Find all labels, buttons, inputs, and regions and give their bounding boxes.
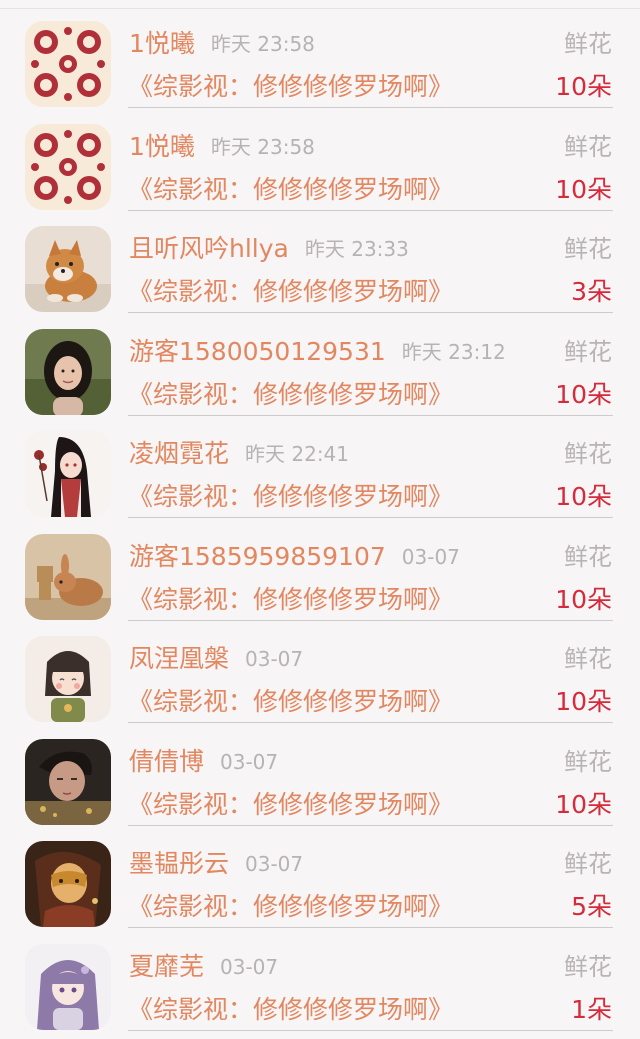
gift-time: 03-07 — [245, 647, 304, 671]
gift-time: 03-07 — [220, 954, 279, 979]
gift-type: 鲜花 — [564, 440, 612, 468]
gift-amount: 3朵 — [571, 277, 612, 306]
user-name-text[interactable]: 夏靡芜 — [129, 952, 204, 981]
man-portrait-icon[interactable] — [25, 738, 111, 825]
user-name-text[interactable]: 凤涅凰槃 — [129, 644, 229, 673]
divider — [128, 209, 613, 211]
divider — [128, 1029, 613, 1031]
user-name[interactable]: 1悦曦 昨天 23:58 — [129, 130, 315, 164]
gift-type: 鲜花 — [564, 747, 612, 776]
gift-time: 昨天 23:12 — [401, 339, 506, 364]
divider — [128, 927, 613, 928]
shiba-dog-icon[interactable] — [25, 226, 111, 312]
user-name[interactable]: 墨韫彤云 03-07 — [129, 847, 303, 881]
book-title[interactable]: 《综影视：修修修修罗场啊》 — [128, 890, 453, 924]
user-name-text[interactable]: 1悦曦 — [129, 132, 195, 161]
list-item[interactable]: 夏靡芜 03-07 鲜花 《综影视：修修修修罗场啊》 1朵 — [0, 932, 640, 1035]
gift-amount: 10朵 — [555, 584, 612, 614]
gift-amount: 10朵 — [555, 379, 612, 409]
book-title[interactable]: 《综影视：修修修修罗场啊》 — [128, 378, 453, 412]
book-title[interactable]: 《综影视：修修修修罗场啊》 — [128, 70, 453, 104]
list-item[interactable]: 凤涅凰槃 03-07 鲜花 《综影视：修修修修罗场啊》 10朵 — [0, 624, 640, 727]
paper-cut-pattern-icon[interactable] — [25, 123, 111, 210]
user-name[interactable]: 游客1585959859107 03-07 — [129, 540, 460, 574]
gift-amount: 10朵 — [555, 482, 612, 511]
gift-time: 03-07 — [245, 852, 304, 876]
gift-time: 昨天 23:58 — [210, 32, 315, 56]
list-item[interactable]: 游客1585959859107 03-07 鲜花 《综影视：修修修修罗场啊》 10… — [0, 522, 640, 625]
divider — [128, 517, 613, 518]
divider — [128, 312, 613, 313]
list-item[interactable]: 1悦曦 昨天 23:58 鲜花 《综影视：修修修修罗场啊》 10朵 — [0, 112, 640, 215]
user-name[interactable]: 1悦曦 昨天 23:58 — [129, 27, 315, 61]
user-name-text[interactable]: 游客1580050129531 — [129, 337, 386, 366]
book-title[interactable]: 《综影视：修修修修罗场啊》 — [128, 993, 453, 1027]
book-title[interactable]: 《综影视：修修修修罗场啊》 — [128, 788, 453, 822]
list-item[interactable]: 倩倩博 03-07 鲜花 《综影视：修修修修罗场啊》 10朵 — [0, 727, 640, 830]
cartoon-girl-icon[interactable] — [25, 636, 111, 722]
gift-type: 鲜花 — [564, 542, 612, 571]
gift-time: 03-07 — [401, 544, 460, 569]
gift-amount: 10朵 — [555, 72, 612, 101]
divider — [128, 414, 613, 416]
mask-character-icon[interactable] — [25, 841, 111, 927]
woman-photo-icon[interactable] — [25, 328, 111, 415]
user-name-text[interactable]: 凌烟霓花 — [129, 439, 229, 468]
book-title[interactable]: 《综影视：修修修修罗场啊》 — [128, 685, 453, 719]
list-item[interactable]: 1悦曦 昨天 23:58 鲜花 《综影视：修修修修罗场啊》 10朵 — [0, 9, 640, 112]
gift-list: 1悦曦 昨天 23:58 鲜花 《综影视：修修修修罗场啊》 10朵 1悦曦 昨天… — [0, 9, 640, 1034]
list-item[interactable]: 游客1580050129531 昨天 23:12 鲜花 《综影视：修修修修罗场啊》… — [0, 317, 640, 420]
list-item[interactable]: 凌烟霓花 昨天 22:41 鲜花 《综影视：修修修修罗场啊》 10朵 — [0, 419, 640, 522]
gift-type: 鲜花 — [564, 850, 612, 878]
divider — [128, 824, 613, 826]
user-name-text[interactable]: 且听风吟hllya — [129, 234, 289, 263]
user-name[interactable]: 游客1580050129531 昨天 23:12 — [129, 335, 506, 369]
gift-amount: 10朵 — [555, 789, 612, 819]
gift-amount: 10朵 — [555, 174, 612, 204]
gift-type: 鲜花 — [564, 952, 612, 981]
book-title[interactable]: 《综影视：修修修修罗场啊》 — [128, 173, 453, 207]
purple-hair-girl-icon[interactable] — [25, 943, 111, 1030]
gift-amount: 10朵 — [555, 687, 612, 716]
book-title[interactable]: 《综影视：修修修修罗场啊》 — [128, 275, 453, 309]
gift-type: 鲜花 — [564, 30, 612, 58]
gift-time: 昨天 22:41 — [245, 442, 350, 466]
rabbit-box-icon[interactable] — [25, 533, 111, 620]
divider — [128, 107, 613, 108]
anime-girl-icon[interactable] — [25, 431, 111, 517]
paper-cut-pattern-icon[interactable] — [25, 21, 111, 107]
user-name[interactable]: 凌烟霓花 昨天 22:41 — [129, 437, 349, 471]
user-name-text[interactable]: 游客1585959859107 — [129, 542, 386, 571]
gift-time: 昨天 23:58 — [210, 134, 315, 159]
book-title[interactable]: 《综影视：修修修修罗场啊》 — [128, 583, 453, 617]
gift-amount: 1朵 — [571, 994, 612, 1024]
divider — [128, 619, 613, 621]
user-name-text[interactable]: 墨韫彤云 — [129, 849, 229, 878]
gift-type: 鲜花 — [564, 337, 612, 366]
gift-type: 鲜花 — [564, 132, 612, 161]
user-name[interactable]: 凤涅凰槃 03-07 — [129, 642, 303, 676]
top-bar — [0, 0, 640, 9]
user-name[interactable]: 倩倩博 03-07 — [129, 745, 278, 779]
user-name[interactable]: 夏靡芜 03-07 — [129, 950, 278, 984]
gift-time: 03-07 — [220, 749, 279, 774]
user-name[interactable]: 且听风吟hllya 昨天 23:33 — [129, 232, 409, 266]
divider — [128, 722, 613, 723]
list-item[interactable]: 且听风吟hllya 昨天 23:33 鲜花 《综影视：修修修修罗场啊》 3朵 — [0, 214, 640, 317]
user-name-text[interactable]: 1悦曦 — [129, 29, 195, 58]
book-title[interactable]: 《综影视：修修修修罗场啊》 — [128, 480, 453, 514]
list-item[interactable]: 墨韫彤云 03-07 鲜花 《综影视：修修修修罗场啊》 5朵 — [0, 829, 640, 932]
user-name-text[interactable]: 倩倩博 — [129, 747, 204, 776]
gift-amount: 5朵 — [571, 892, 612, 921]
gift-time: 昨天 23:33 — [304, 237, 409, 261]
gift-type: 鲜花 — [564, 645, 612, 673]
gift-type: 鲜花 — [564, 235, 612, 263]
